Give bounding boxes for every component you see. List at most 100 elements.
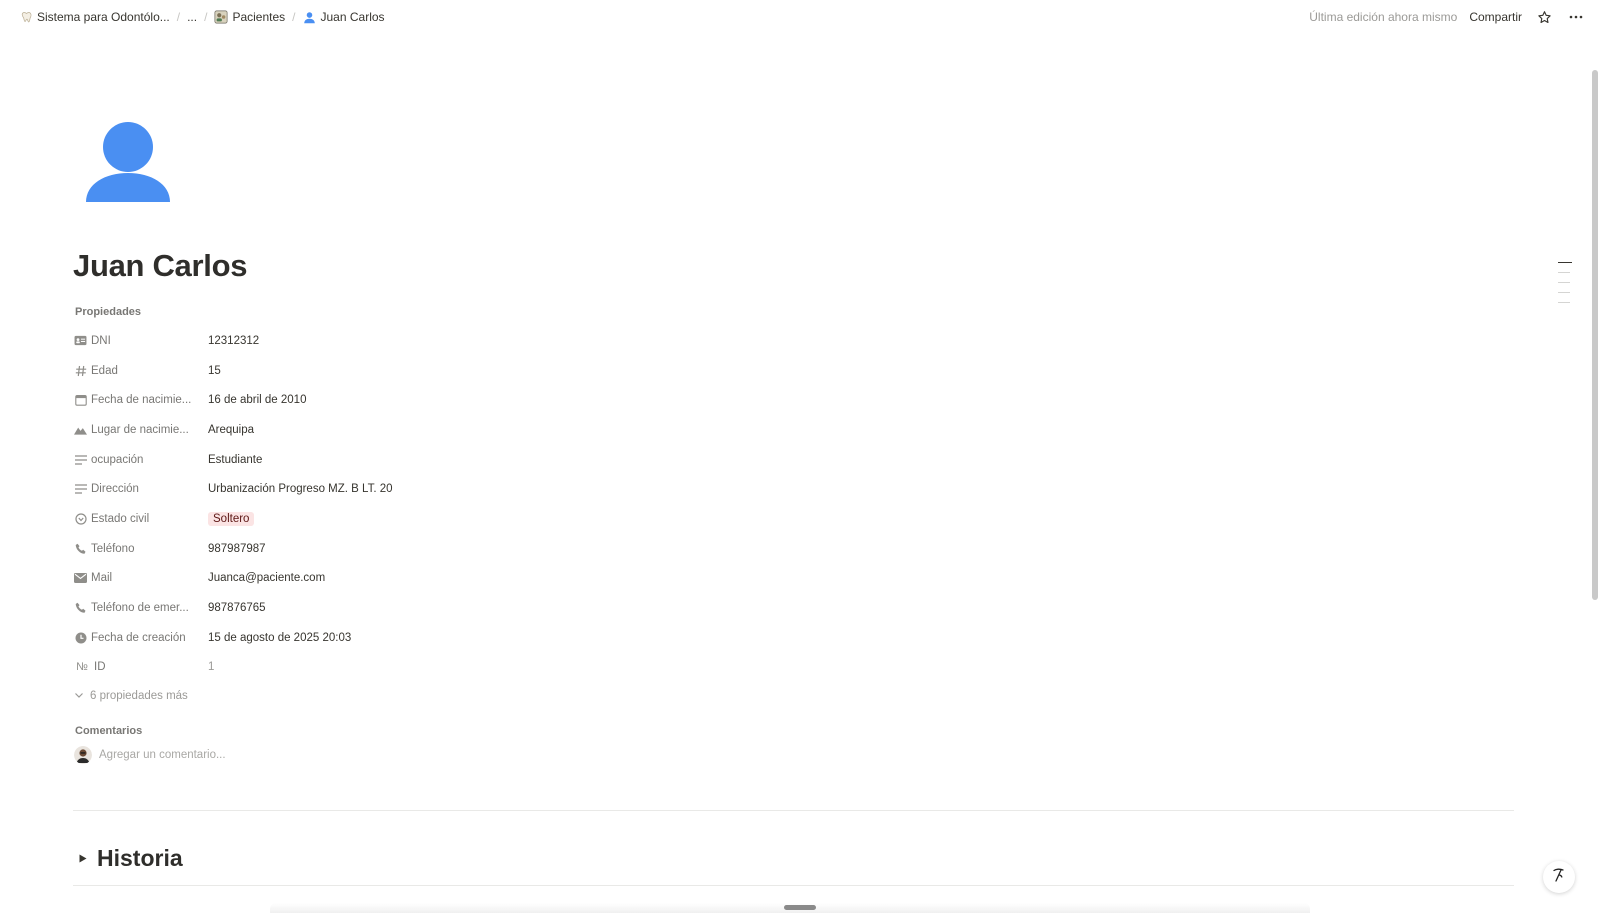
historia-toggle-heading[interactable]: Historia bbox=[78, 845, 183, 872]
property-name[interactable]: Lugar de nacimie... bbox=[74, 423, 206, 436]
page-outline[interactable] bbox=[1558, 262, 1572, 312]
tooth-icon bbox=[19, 10, 33, 24]
breadcrumb-separator: / bbox=[292, 10, 296, 24]
outline-line[interactable] bbox=[1558, 292, 1570, 293]
property-row-lugar-nacimiento: Lugar de nacimie... Arequipa bbox=[74, 415, 594, 445]
page-icon-person[interactable] bbox=[82, 118, 174, 206]
property-name[interactable]: ocupación bbox=[74, 453, 206, 466]
property-name[interactable]: № ID bbox=[74, 661, 206, 674]
scrollbar[interactable] bbox=[1590, 34, 1600, 913]
more-options-icon[interactable] bbox=[1566, 7, 1586, 27]
phone-icon bbox=[74, 602, 87, 615]
status-tag: Soltero bbox=[208, 511, 255, 526]
property-row-edad: Edad 15 bbox=[74, 356, 594, 386]
historia-heading: Historia bbox=[97, 845, 183, 871]
page-title[interactable]: Juan Carlos bbox=[73, 248, 247, 284]
property-row-direccion: Dirección Urbanización Progreso MZ. B LT… bbox=[74, 474, 594, 504]
property-name[interactable]: Edad bbox=[74, 364, 206, 377]
mountain-icon bbox=[74, 423, 87, 436]
bottom-drag-handle[interactable] bbox=[784, 905, 816, 910]
phone-icon bbox=[74, 542, 87, 555]
property-label: DNI bbox=[91, 334, 111, 347]
outline-line[interactable] bbox=[1558, 282, 1570, 283]
section-divider bbox=[73, 810, 1514, 811]
property-label: ID bbox=[94, 661, 106, 674]
property-value-estado-civil[interactable]: Soltero bbox=[206, 511, 255, 526]
person-icon bbox=[303, 10, 317, 24]
breadcrumb-label: Sistema para Odontólo... bbox=[37, 10, 170, 24]
breadcrumb-item-ellipsis[interactable]: ... bbox=[184, 8, 200, 26]
more-properties-toggle[interactable]: 6 propiedades más bbox=[74, 682, 594, 710]
property-value-telefono[interactable]: 987987987 bbox=[206, 543, 266, 555]
comment-input[interactable] bbox=[99, 749, 399, 761]
property-value-direccion[interactable]: Urbanización Progreso MZ. B LT. 20 bbox=[206, 483, 393, 495]
hash-icon bbox=[74, 364, 87, 377]
patients-database-icon bbox=[214, 10, 228, 24]
property-row-telefono: Teléfono 987987987 bbox=[74, 534, 594, 564]
property-label: Fecha de creación bbox=[91, 631, 186, 644]
breadcrumb-item-pacientes[interactable]: Pacientes bbox=[211, 8, 288, 26]
comment-composer bbox=[74, 746, 399, 764]
property-label: Lugar de nacimie... bbox=[91, 423, 189, 436]
breadcrumb-separator: / bbox=[176, 10, 181, 24]
property-label: Fecha de nacimie... bbox=[91, 394, 192, 407]
breadcrumb-label: Juan Carlos bbox=[320, 10, 385, 24]
chevron-down-icon bbox=[74, 690, 84, 703]
section-divider bbox=[73, 885, 1514, 886]
property-value-id: 1 bbox=[208, 661, 215, 674]
property-name[interactable]: DNI bbox=[74, 334, 206, 347]
property-row-id: № ID 1 bbox=[74, 653, 594, 683]
property-value-fecha-nacimiento[interactable]: 16 de abril de 2010 bbox=[206, 394, 306, 406]
share-button[interactable]: Compartir bbox=[1469, 10, 1522, 24]
property-row-fecha-nacimiento: Fecha de nacimie... 16 de abril de 2010 bbox=[74, 385, 594, 415]
breadcrumb: Sistema para Odontólo... / ... / Pacient… bbox=[16, 8, 388, 26]
property-row-telefono-emergencia: Teléfono de emer... 987876765 bbox=[74, 593, 594, 623]
triangle-right-icon[interactable] bbox=[78, 854, 88, 864]
property-name[interactable]: Teléfono de emer... bbox=[74, 602, 206, 615]
property-label: Edad bbox=[91, 364, 118, 377]
breadcrumb-item-sistema[interactable]: Sistema para Odontólo... bbox=[16, 8, 173, 26]
property-label: Teléfono de emer... bbox=[91, 602, 189, 615]
property-value-edad[interactable]: 15 bbox=[206, 365, 221, 377]
property-value-telefono-emergencia[interactable]: 987876765 bbox=[206, 602, 266, 614]
property-value-mail[interactable]: Juanca@paciente.com bbox=[206, 572, 325, 584]
property-row-mail: Mail Juanca@paciente.com bbox=[74, 564, 594, 594]
property-name[interactable]: Fecha de nacimie... bbox=[74, 394, 206, 407]
property-row-fecha-creacion: Fecha de creación 15 de agosto de 2025 2… bbox=[74, 623, 594, 653]
last-edit-status: Última edición ahora mismo bbox=[1309, 10, 1458, 24]
property-name[interactable]: Teléfono bbox=[74, 542, 206, 555]
property-label: Mail bbox=[91, 572, 113, 585]
property-value-lugar-nacimiento[interactable]: Arequipa bbox=[206, 424, 254, 436]
property-name[interactable]: Fecha de creación bbox=[74, 631, 206, 644]
ai-assistant-button[interactable] bbox=[1543, 861, 1575, 893]
avatar bbox=[74, 746, 92, 764]
scrollbar-thumb[interactable] bbox=[1592, 70, 1598, 600]
ai-face-icon bbox=[1550, 866, 1568, 889]
property-row-estado-civil: Estado civil Soltero bbox=[74, 504, 594, 534]
text-lines-icon bbox=[74, 483, 87, 496]
breadcrumb-label: Pacientes bbox=[232, 10, 286, 24]
property-value-fecha-creacion[interactable]: 15 de agosto de 2025 20:03 bbox=[206, 632, 351, 644]
id-card-icon bbox=[74, 334, 87, 347]
calendar-icon bbox=[74, 394, 87, 407]
property-label: Estado civil bbox=[91, 512, 150, 525]
breadcrumb-item-juan-carlos[interactable]: Juan Carlos bbox=[300, 8, 388, 26]
more-properties-label: 6 propiedades más bbox=[90, 690, 188, 703]
properties-list: DNI 12312312 Edad 15 Fecha de nacimie...… bbox=[74, 326, 594, 710]
number-sign-icon: № bbox=[76, 661, 88, 674]
breadcrumb-label: ... bbox=[187, 10, 198, 24]
favorite-star-icon[interactable] bbox=[1534, 7, 1554, 27]
properties-heading: Propiedades bbox=[75, 306, 142, 318]
property-name[interactable]: Estado civil bbox=[74, 512, 206, 525]
property-value-ocupacion[interactable]: Estudiante bbox=[206, 454, 262, 466]
property-label: Teléfono bbox=[91, 542, 135, 555]
property-name[interactable]: Dirección bbox=[74, 483, 206, 496]
top-actions: Última edición ahora mismo Compartir bbox=[1309, 7, 1586, 27]
outline-line[interactable] bbox=[1558, 272, 1570, 273]
outline-line[interactable] bbox=[1558, 302, 1570, 303]
property-value-dni[interactable]: 12312312 bbox=[206, 335, 259, 347]
status-icon bbox=[74, 512, 87, 525]
property-label: ocupación bbox=[91, 453, 144, 466]
property-name[interactable]: Mail bbox=[74, 572, 206, 585]
outline-line[interactable] bbox=[1558, 262, 1572, 263]
